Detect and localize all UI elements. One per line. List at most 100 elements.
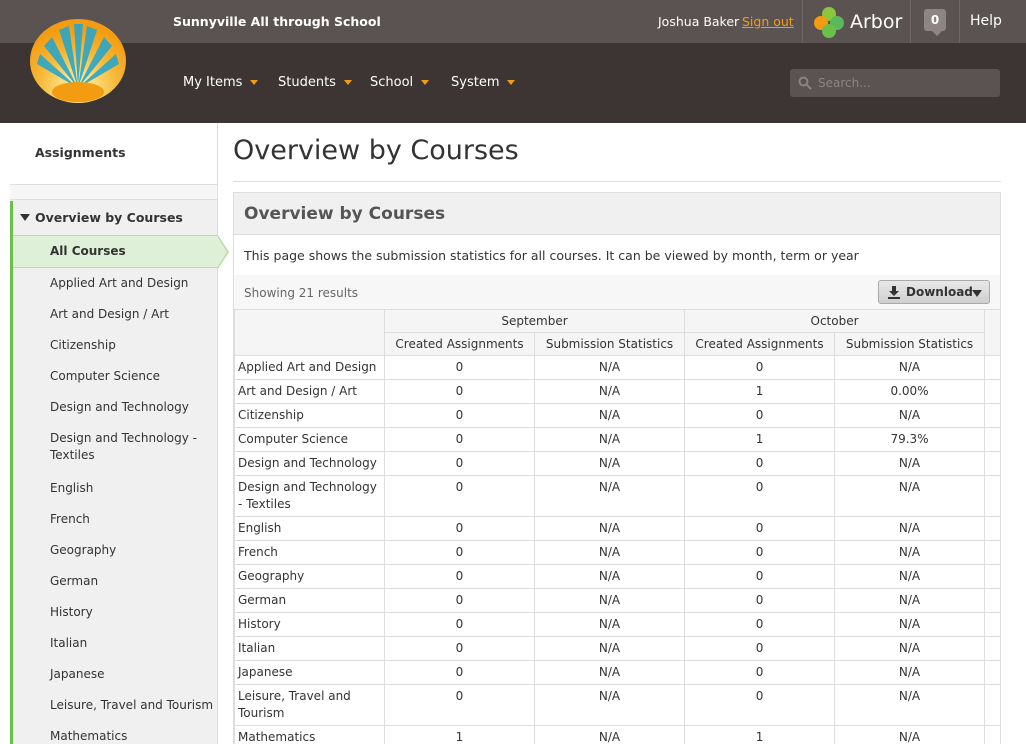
sidebar-item[interactable]: English	[50, 480, 215, 497]
download-button[interactable]: Download	[878, 280, 990, 304]
notifications-badge[interactable]: 0	[924, 9, 946, 36]
september-created-cell: 0	[384, 427, 535, 452]
table-row: Applied Art and Design 0 N/A 0 N/A	[234, 355, 1002, 380]
caret-down-icon	[421, 80, 430, 85]
september-created-cell: 0	[384, 612, 535, 637]
course-name-cell: History	[234, 612, 385, 637]
sidebar-item[interactable]: Mathematics	[50, 728, 215, 744]
october-stats-cell: N/A	[834, 355, 986, 380]
october-created-cell: 0	[684, 451, 836, 476]
october-created-cell: 0	[684, 636, 836, 661]
table-row: English 0 N/A 0 N/A	[234, 516, 1002, 541]
sidebar-item[interactable]: History	[50, 604, 215, 621]
september-stats-cell: N/A	[533, 379, 686, 404]
september-stats-cell: N/A	[533, 660, 686, 685]
sidebar-item[interactable]: Geography	[50, 542, 215, 559]
sidebar-active-bar	[10, 201, 13, 744]
menu-system[interactable]: System	[451, 75, 516, 90]
october-created-cell: 0	[684, 475, 836, 517]
october-stats-cell: N/A	[834, 516, 986, 541]
download-icon	[888, 286, 900, 299]
search-box[interactable]	[790, 69, 1000, 97]
sidebar-item[interactable]: German	[50, 573, 215, 590]
sign-out-link[interactable]: Sign out	[742, 14, 794, 29]
sidebar-item[interactable]: Art and Design / Art	[50, 306, 215, 323]
row-filler	[984, 403, 1002, 428]
help-link[interactable]: Help	[970, 13, 1002, 29]
september-created-cell: 0	[384, 636, 535, 661]
column-header: Submission Statistics	[834, 332, 986, 356]
september-stats-cell: N/A	[533, 612, 686, 637]
course-name-cell: Citizenship	[234, 403, 385, 428]
arbor-brand[interactable]: Arbor	[812, 5, 902, 38]
course-name-cell: French	[234, 540, 385, 565]
october-stats-cell: 0.00%	[834, 379, 986, 404]
october-stats-cell: N/A	[834, 612, 986, 637]
september-created-cell: 1	[384, 725, 535, 744]
menu-school[interactable]: School	[370, 75, 430, 90]
sidebar: Assignments Overview by Courses All Cour…	[10, 123, 229, 744]
sidebar-section-overview[interactable]: Overview by Courses	[20, 210, 183, 225]
october-created-cell: 1	[684, 427, 836, 452]
october-created-cell: 0	[684, 612, 836, 637]
september-created-cell: 0	[384, 475, 535, 517]
sidebar-item[interactable]: Leisure, Travel and Tourism	[50, 697, 215, 714]
user-name: Joshua Baker	[658, 14, 740, 29]
menu-students[interactable]: Students	[278, 75, 352, 90]
table-row: Design and Technology - Textiles 0 N/A 0 N/A	[234, 475, 1002, 517]
sidebar-item[interactable]: French	[50, 511, 215, 528]
september-created-cell: 0	[384, 451, 535, 476]
download-label: Download	[906, 285, 973, 299]
september-stats-cell: N/A	[533, 540, 686, 565]
sidebar-item[interactable]: Japanese	[50, 666, 215, 683]
october-stats-cell: N/A	[834, 684, 986, 726]
row-filler	[984, 636, 1002, 661]
sidebar-heading[interactable]: Assignments	[10, 123, 217, 185]
sidebar-item-all-courses[interactable]: All Courses	[13, 235, 229, 269]
results-count: Showing 21 results	[244, 286, 359, 300]
sidebar-item[interactable]: Citizenship	[50, 337, 215, 354]
search-input[interactable]	[818, 69, 993, 97]
course-name-cell: Japanese	[234, 660, 385, 685]
sidebar-item[interactable]: Design and Technology - Textiles	[50, 430, 215, 464]
table-row: Leisure, Travel and Tourism 0 N/A 0 N/A	[234, 684, 1002, 726]
september-stats-cell: N/A	[533, 725, 686, 744]
caret-down-icon	[250, 80, 259, 85]
course-name-cell: English	[234, 516, 385, 541]
september-created-cell: 0	[384, 403, 535, 428]
october-created-cell: 0	[684, 540, 836, 565]
row-filler	[984, 684, 1002, 726]
sidebar-item[interactable]: Applied Art and Design	[50, 275, 215, 292]
sidebar-item[interactable]: Design and Technology	[50, 399, 215, 416]
sidebar-item[interactable]: Computer Science	[50, 368, 215, 385]
october-stats-cell: N/A	[834, 403, 986, 428]
september-stats-cell: N/A	[533, 564, 686, 589]
october-stats-cell: 79.3%	[834, 427, 986, 452]
menu-my-items[interactable]: My Items	[183, 75, 259, 90]
school-logo-icon[interactable]	[29, 18, 127, 104]
table-row: Design and Technology 0 N/A 0 N/A	[234, 451, 1002, 476]
row-filler	[984, 660, 1002, 685]
row-filler	[984, 516, 1002, 541]
sidebar-heading-label: Assignments	[35, 145, 126, 160]
table-row: Japanese 0 N/A 0 N/A	[234, 660, 1002, 685]
september-created-cell: 0	[384, 540, 535, 565]
row-filler	[984, 451, 1002, 476]
september-stats-cell: N/A	[533, 475, 686, 517]
arbor-brand-label: Arbor	[850, 10, 903, 33]
october-created-cell: 0	[684, 403, 836, 428]
column-header: Created Assignments	[384, 332, 535, 356]
row-filler	[984, 427, 1002, 452]
table-corner	[234, 309, 385, 356]
course-name-cell: Art and Design / Art	[234, 379, 385, 404]
panel-description: This page shows the submission statistic…	[244, 248, 859, 263]
sidebar-item[interactable]: Italian	[50, 635, 215, 652]
september-created-cell: 0	[384, 564, 535, 589]
panel-header: Overview by Courses	[234, 193, 1000, 235]
caret-down-icon	[507, 80, 516, 85]
september-stats-cell: N/A	[533, 355, 686, 380]
menu-label: Students	[278, 75, 336, 90]
october-created-cell: 0	[684, 684, 836, 726]
table-row: French 0 N/A 0 N/A	[234, 540, 1002, 565]
month-header: September	[383, 309, 686, 333]
